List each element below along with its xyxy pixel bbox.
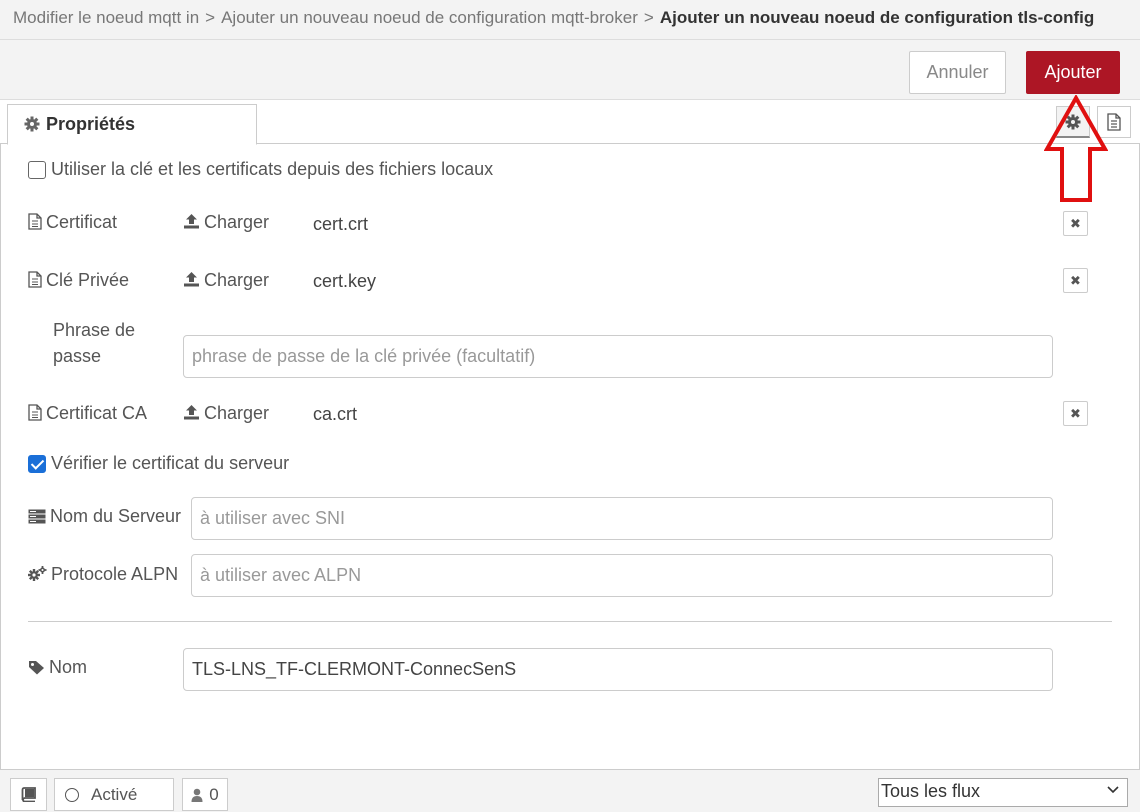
alpn-placeholder: à utiliser avec ALPN [200,565,362,585]
cancel-button[interactable]: Annuler [909,51,1006,94]
verify-server-label: Vérifier le certificat du serveur [51,453,290,473]
file-icon [28,404,42,421]
passphrase-input[interactable]: phrase de passe de la clé privée (facult… [183,335,1053,378]
file-icon [28,213,42,230]
document-icon [1107,113,1121,131]
tag-icon [29,661,44,675]
form-divider [28,621,1112,622]
server-name-input[interactable]: à utiliser avec SNI [191,497,1053,540]
help-button[interactable] [10,778,47,811]
close-icon: ✖ [1070,215,1081,231]
server-name-label-text: Nom du Serveur [50,506,182,526]
users-count-button[interactable]: 0 [182,778,228,811]
ca-certificate-upload-button[interactable]: Charger [183,403,269,424]
breadcrumb-item[interactable]: Modifier le noeud mqtt in [13,8,199,27]
alpn-label-text: Protocole ALPN [51,564,179,584]
breadcrumb-separator: > [643,8,654,27]
certificate-label-text: Certificat [46,212,118,232]
verify-server-checkbox[interactable] [28,455,46,473]
alpn-label: Protocole ALPN [28,564,178,585]
tab-label: Propriétés [46,114,136,134]
circle-icon [65,787,79,802]
server-icon [28,509,46,524]
upload-icon [184,214,199,229]
flux-select-value: Tous les flux [881,781,981,801]
tab-bar: Propriétés [0,100,1140,145]
alpn-input[interactable]: à utiliser avec ALPN [191,554,1053,597]
breadcrumb-current: Ajouter un nouveau noeud de configuratio… [659,8,1095,27]
upload-icon [184,272,199,287]
ca-certificate-clear-button[interactable]: ✖ [1063,401,1088,426]
gear-icon [24,116,40,132]
ca-certificate-label-text: Certificat CA [46,403,148,423]
file-icon [28,271,42,288]
name-value: TLS-LNS_TF-CLERMONT-ConnecSenS [192,659,517,679]
upload-icon [184,405,199,420]
server-name-placeholder: à utiliser avec SNI [200,508,346,528]
users-count: 0 [209,784,219,804]
ca-certificate-label: Certificat CA [28,403,147,424]
dialog-footer: Activé 0 Tous les flux [0,769,1140,812]
red-arrow-up-icon [1044,95,1108,202]
dialog-toolbar: Annuler Ajouter [0,40,1140,100]
user-icon [191,788,203,802]
cogs-icon [28,566,47,581]
private-key-label: Clé Privée [28,270,129,291]
add-button[interactable]: Ajouter [1026,51,1120,94]
local-files-checkbox[interactable] [28,161,46,179]
private-key-filename: cert.key [313,271,377,291]
passphrase-placeholder: phrase de passe de la clé privée (facult… [192,346,536,366]
upload-label: Charger [204,212,270,232]
name-label-text: Nom [49,657,88,677]
certificate-label: Certificat [28,212,117,233]
close-icon: ✖ [1070,405,1081,421]
local-files-label: Utiliser la clé et les certificats depui… [51,159,494,179]
certificate-filename: cert.crt [313,214,369,234]
server-name-label: Nom du Serveur [28,506,181,527]
upload-label: Charger [204,270,270,290]
enabled-toggle[interactable]: Activé [54,778,174,811]
passphrase-label-line2: passe [53,346,102,366]
close-icon: ✖ [1070,272,1081,288]
private-key-upload-button[interactable]: Charger [183,270,269,291]
passphrase-label-line1: Phrase de [53,320,136,340]
breadcrumb: Modifier le noeud mqtt in > Ajouter un nou… [0,0,1140,40]
breadcrumb-separator: > [205,8,216,27]
ca-certificate-filename: ca.crt [313,404,358,424]
chevron-down-icon [1107,786,1119,794]
upload-label: Charger [204,403,270,423]
flux-select[interactable]: Tous les flux [878,778,1128,807]
tab-properties[interactable]: Propriétés [7,104,257,145]
book-icon [21,787,36,802]
name-input[interactable]: TLS-LNS_TF-CLERMONT-ConnecSenS [183,648,1053,691]
private-key-clear-button[interactable]: ✖ [1063,268,1088,293]
enabled-label: Activé [91,784,138,804]
breadcrumb-item[interactable]: Ajouter un nouveau noeud de configuratio… [221,8,638,27]
certificate-upload-button[interactable]: Charger [183,212,269,233]
certificate-clear-button[interactable]: ✖ [1063,211,1088,236]
name-label: Nom [28,657,87,678]
private-key-label-text: Clé Privée [46,270,130,290]
